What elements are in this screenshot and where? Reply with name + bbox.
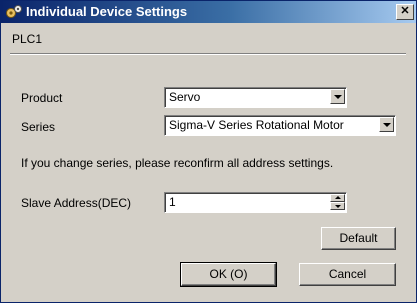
chevron-down-icon[interactable] [330,89,345,104]
product-select[interactable]: Servo [164,87,347,108]
close-icon: ✕ [400,5,410,17]
info-message: If you change series, please reconfirm a… [21,156,334,170]
device-settings-dialog: Individual Device Settings ✕ PLC1 Produc… [0,0,417,303]
slave-address-stepper[interactable]: 1 [164,192,347,213]
slave-address-label: Slave Address(DEC) [21,196,132,210]
window-title: Individual Device Settings [26,4,188,19]
product-label: Product [21,91,63,105]
chevron-down-icon[interactable] [379,117,394,132]
spin-up-icon[interactable] [330,194,345,202]
settings-gear-icon [5,4,23,20]
plc-name: PLC1 [12,32,43,46]
series-label: Series [21,120,56,134]
ok-button[interactable]: OK (O) [180,262,277,287]
series-select-value: Sigma-V Series Rotational Motor [169,118,344,132]
slave-address-value[interactable]: 1 [169,195,176,209]
title-bar[interactable]: Individual Device Settings ✕ [1,1,416,23]
spin-down-icon[interactable] [330,202,345,210]
close-button[interactable]: ✕ [396,4,414,20]
divider [10,53,406,55]
cancel-button[interactable]: Cancel [299,263,396,286]
default-button[interactable]: Default [321,227,396,250]
product-select-value: Servo [169,90,201,104]
series-select[interactable]: Sigma-V Series Rotational Motor [164,115,396,136]
